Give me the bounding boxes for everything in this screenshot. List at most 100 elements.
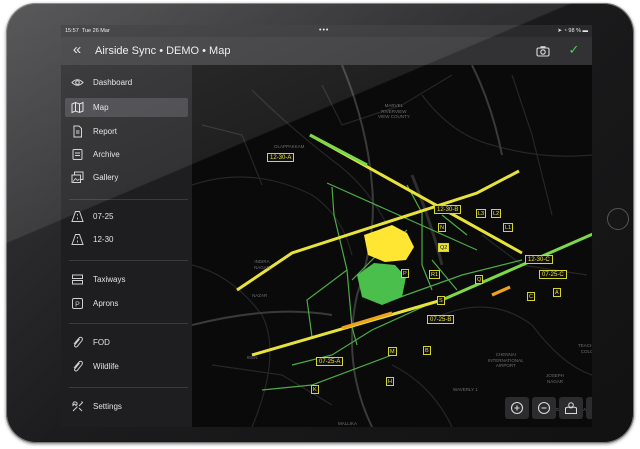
taxiway-icon	[72, 274, 83, 285]
place-label: INDIRA NAGAR	[254, 259, 271, 270]
sidebar-item-label: 12-30	[93, 235, 114, 244]
front-camera	[31, 225, 36, 230]
status-bar: 15:57 Tue 26 Mar ••• ➤ ◔ 98 % ▬	[61, 25, 592, 37]
sidebar-item-dashboard[interactable]: Dashboard	[65, 73, 188, 92]
zoom-in-button[interactable]	[505, 397, 529, 419]
runway-label[interactable]: 12-30-C	[525, 255, 553, 264]
sidebar-item-settings[interactable]: Settings	[65, 397, 188, 416]
sidebar-item-12-30[interactable]: 12-30	[65, 230, 188, 249]
taxiway-label[interactable]: Q	[475, 275, 484, 284]
taxiway-label[interactable]: M	[388, 347, 397, 356]
sidebar-item-label: Settings	[93, 402, 122, 411]
page-title: Airside Sync • DEMO • Map	[95, 45, 231, 57]
runway-07-25-green	[441, 232, 592, 302]
map-layers-icon	[565, 402, 577, 414]
runway-label[interactable]: 12-30-A	[267, 153, 295, 162]
place-label: IEEN	[247, 355, 258, 360]
taxiway-label[interactable]: R1	[429, 270, 441, 279]
sidebar-item-label: Aprons	[93, 299, 119, 308]
sidebar-item-label: Report	[93, 127, 118, 136]
sidebar-item-map[interactable]: Map	[65, 98, 188, 117]
multitask-dots[interactable]: •••	[319, 25, 329, 37]
taxiway-label[interactable]: L3	[476, 209, 487, 218]
taxiway-label[interactable]: L2	[491, 209, 502, 218]
filter-settings-button[interactable]	[586, 397, 592, 419]
paperclip-icon	[73, 336, 83, 348]
place-label: WAVERLY 1	[453, 387, 478, 392]
place-label: NAZAR	[252, 293, 268, 298]
taxiway-label[interactable]: C	[527, 292, 535, 301]
sidebar-item-report[interactable]: Report	[65, 122, 188, 141]
taxiway-label[interactable]: S	[437, 296, 445, 305]
taxiway-label[interactable]: Q2	[438, 243, 450, 252]
archive-icon	[72, 149, 83, 160]
taxiway-label[interactable]: B	[423, 346, 431, 355]
place-label: MARVEL RIVERVIEW VIEW COUNTY	[378, 103, 410, 119]
sidebar-item-aprons[interactable]: P Aprons	[65, 294, 188, 313]
sidebar-divider	[69, 323, 188, 324]
place-label: JOSEPH NAGAR	[546, 373, 565, 384]
screen: 15:57 Tue 26 Mar ••• ➤ ◔ 98 % ▬ « Airsid…	[61, 25, 592, 427]
sidebar-item-label: Dashboard	[93, 78, 133, 87]
place-label: CHENNAI INTERNATIONAL AIRPORT	[488, 352, 524, 368]
camera-icon[interactable]	[536, 44, 550, 58]
wifi-icon: ◔	[563, 28, 567, 34]
sidebar-item-fod[interactable]: FOD	[65, 333, 188, 352]
runway-label[interactable]: 07-25-A	[316, 357, 344, 366]
gallery-icon	[71, 171, 84, 183]
sidebar-item-label: 07-25	[93, 212, 114, 221]
map-icon	[71, 101, 84, 114]
sidebar-item-archive[interactable]: Archive	[65, 145, 188, 164]
tablet-frame: 15:57 Tue 26 Mar ••• ➤ ◔ 98 % ▬ « Airsid…	[6, 3, 634, 443]
place-label: TEACHERS COLONY	[578, 343, 592, 354]
status-time: 15:57	[65, 28, 79, 34]
sidebar-item-label: Wildlife	[93, 362, 119, 371]
sidebar-item-label: Taxiways	[93, 275, 126, 284]
taxiway-label[interactable]: L1	[503, 223, 514, 232]
sidebar-divider	[69, 199, 188, 200]
settings-icon	[72, 401, 84, 412]
paperclip-icon	[73, 360, 83, 372]
sidebar-divider	[69, 260, 188, 261]
airport-map[interactable]: 12-30-A 12-30-B 12-30-C 07-25-A 07-25-B …	[192, 65, 592, 427]
sidebar-item-label: Map	[93, 103, 109, 112]
sidebar-item-label: Gallery	[93, 173, 119, 182]
taxiway-label[interactable]: H	[386, 377, 394, 386]
sidebar: Dashboard Map Report Archive Gallery 07-…	[61, 65, 192, 427]
runway-label[interactable]: 12-30-B	[434, 205, 462, 214]
map-layers-button[interactable]	[559, 397, 583, 419]
zoom-in-icon	[510, 401, 524, 415]
battery-icon: ▬	[582, 28, 589, 34]
eye-icon	[71, 79, 84, 86]
checkmark-icon[interactable]: ✓	[566, 42, 582, 58]
runway-label[interactable]: 07-25-B	[427, 315, 455, 324]
runway-segment-orange-2	[491, 285, 511, 297]
battery-percent: 98 %	[568, 28, 581, 34]
svg-text:P: P	[75, 301, 80, 308]
place-label: OLAPPAKKAM	[274, 144, 305, 149]
home-button[interactable]	[607, 208, 629, 230]
sidebar-item-07-25[interactable]: 07-25	[65, 207, 188, 226]
sidebar-item-label: FOD	[93, 338, 110, 347]
chevrons-left-icon[interactable]: «	[67, 41, 87, 61]
place-label: MALLIKA	[338, 421, 358, 426]
runway-icon	[71, 234, 84, 245]
report-icon	[73, 125, 82, 138]
location-icon: ➤	[557, 28, 563, 34]
taxiway-label[interactable]: A	[553, 288, 561, 297]
sidebar-item-taxiways[interactable]: Taxiways	[65, 270, 188, 289]
sidebar-divider	[69, 387, 188, 388]
apron-icon: P	[72, 298, 83, 309]
sliders-icon	[591, 401, 592, 415]
sidebar-item-gallery[interactable]: Gallery	[65, 168, 188, 187]
taxiway-label[interactable]: N	[438, 223, 446, 232]
zoom-out-icon	[537, 401, 551, 415]
sidebar-item-label: Archive	[93, 150, 120, 159]
major-roads	[192, 65, 503, 427]
taxiway-label[interactable]: P	[401, 269, 409, 278]
zoom-out-button[interactable]	[532, 397, 556, 419]
taxiway-label[interactable]: K	[311, 385, 319, 394]
nav-bar: « Airside Sync • DEMO • Map ✓	[61, 37, 592, 65]
runway-label[interactable]: 07-25-C	[539, 270, 567, 279]
sidebar-item-wildlife[interactable]: Wildlife	[65, 357, 188, 376]
